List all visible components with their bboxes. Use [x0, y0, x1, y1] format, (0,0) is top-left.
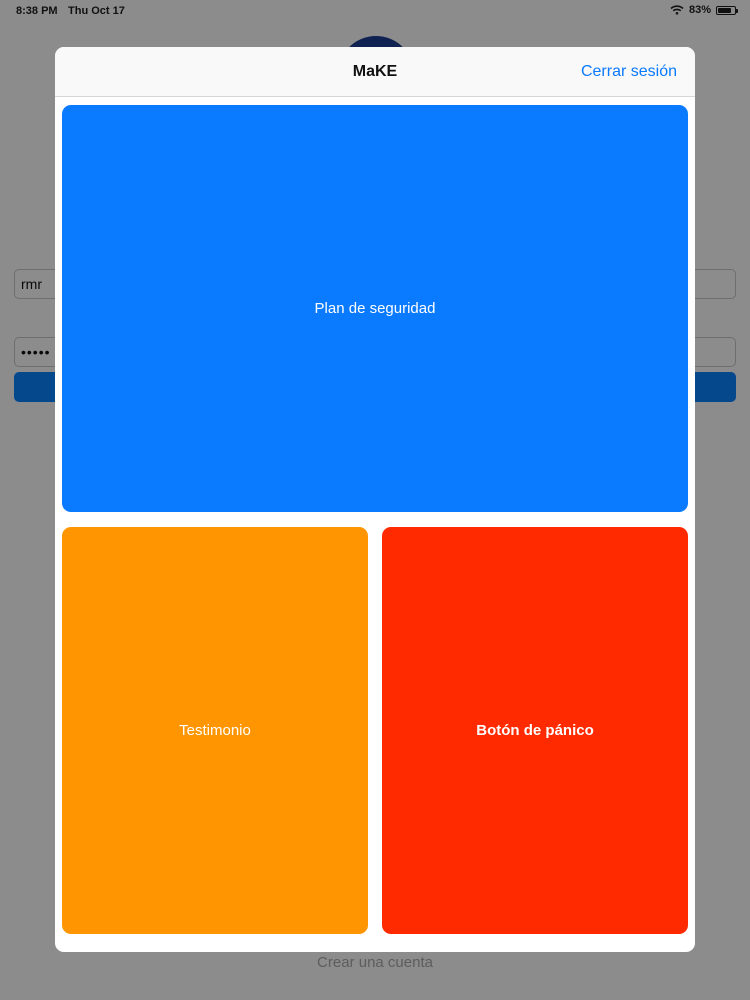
status-bar: 8:38 PM Thu Oct 17 83%	[0, 0, 750, 22]
panic-button[interactable]: Botón de pánico	[382, 527, 688, 934]
battery-icon	[716, 5, 738, 15]
testimony-button[interactable]: Testimonio	[62, 527, 368, 934]
wifi-icon	[670, 5, 684, 15]
status-indicators: 83%	[670, 4, 738, 16]
status-time: 8:38 PM	[16, 5, 58, 17]
battery-fill	[718, 7, 732, 13]
status-date: Thu Oct 17	[68, 5, 125, 17]
navigation-bar: MaKE Cerrar sesión	[55, 47, 695, 97]
security-plan-button[interactable]: Plan de seguridad	[62, 105, 688, 512]
modal-sheet: MaKE Cerrar sesión Plan de seguridad Tes…	[55, 47, 695, 952]
signout-button[interactable]: Cerrar sesión	[581, 63, 677, 81]
battery-percent: 83%	[688, 4, 711, 16]
